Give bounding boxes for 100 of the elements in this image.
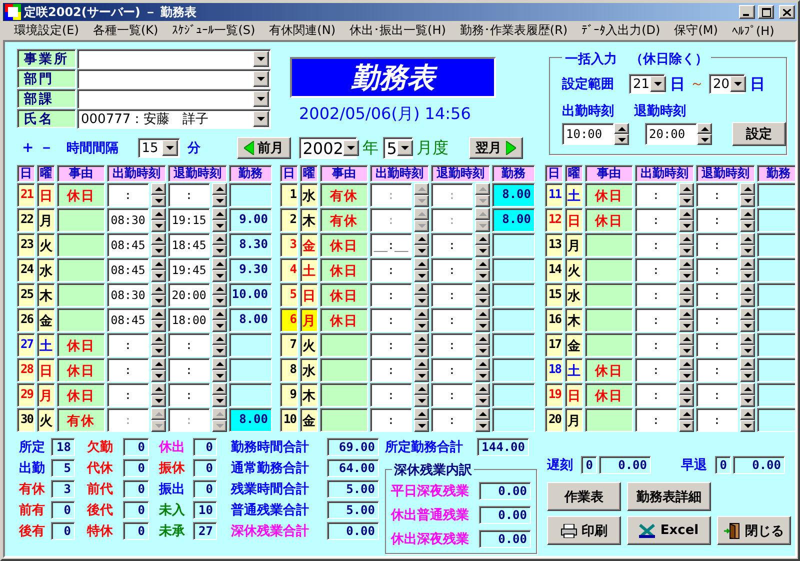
spin-down-button[interactable] bbox=[151, 395, 166, 407]
action-button[interactable]: 勤務表詳細 bbox=[627, 482, 711, 511]
dropdown-button[interactable] bbox=[253, 71, 269, 87]
spin-down-button[interactable] bbox=[151, 195, 166, 207]
day-cell[interactable]: 28 bbox=[17, 358, 35, 382]
next-month-button[interactable]: 翌月 bbox=[468, 137, 523, 159]
time-field[interactable]: : bbox=[635, 383, 677, 407]
menu-item[interactable]: ﾍﾙﾌﾟ(H) bbox=[724, 22, 782, 38]
spin-down-button[interactable] bbox=[740, 245, 755, 257]
time-field[interactable]: 10:00 bbox=[562, 123, 614, 145]
time-field[interactable]: : bbox=[431, 383, 473, 407]
spin-down-button[interactable] bbox=[212, 420, 227, 432]
time-field[interactable]: : bbox=[107, 358, 149, 382]
time-field[interactable]: : bbox=[107, 383, 149, 407]
spin-up-button[interactable] bbox=[151, 233, 166, 245]
time-field[interactable]: : bbox=[168, 358, 210, 382]
time-field[interactable]: : bbox=[370, 333, 412, 357]
spin-down-button[interactable] bbox=[151, 320, 166, 332]
spin-down-button[interactable] bbox=[414, 270, 429, 282]
spin-down-button[interactable] bbox=[212, 395, 227, 407]
menu-item[interactable]: 保守(M) bbox=[667, 21, 725, 40]
spin-up-button[interactable] bbox=[679, 408, 694, 420]
spin-down-button[interactable] bbox=[740, 420, 755, 432]
spin-down-button[interactable] bbox=[151, 420, 166, 432]
day-cell[interactable]: 9 bbox=[280, 383, 298, 407]
spin-up-button[interactable] bbox=[475, 233, 490, 245]
spin-down-button[interactable] bbox=[740, 320, 755, 332]
spin-up-button[interactable] bbox=[679, 358, 694, 370]
time-field[interactable]: 20:00 bbox=[645, 123, 697, 145]
spin-up-button[interactable] bbox=[740, 333, 755, 345]
spin-up-button[interactable] bbox=[475, 208, 490, 220]
time-field[interactable]: : bbox=[370, 308, 412, 332]
day-cell[interactable]: 29 bbox=[17, 383, 35, 407]
previous-month-button[interactable]: 前月 bbox=[236, 137, 291, 159]
menu-item[interactable]: 環境設定(E) bbox=[7, 21, 86, 40]
spin-down-button[interactable] bbox=[414, 220, 429, 232]
spin-down-button[interactable] bbox=[212, 245, 227, 257]
spin-up-button[interactable] bbox=[475, 183, 490, 195]
day-cell[interactable]: 26 bbox=[17, 308, 35, 332]
spin-down-button[interactable] bbox=[414, 295, 429, 307]
dropdown-field[interactable]: 000777：安藤 詳子 bbox=[77, 109, 271, 129]
day-cell[interactable]: 23 bbox=[17, 233, 35, 257]
spin-up-button[interactable] bbox=[475, 358, 490, 370]
spin-up-button[interactable] bbox=[151, 258, 166, 270]
spin-up-button[interactable] bbox=[151, 408, 166, 420]
spin-down-button[interactable] bbox=[475, 295, 490, 307]
day-cell[interactable]: 17 bbox=[545, 333, 563, 357]
spin-up-button[interactable] bbox=[679, 333, 694, 345]
spin-up-button[interactable] bbox=[679, 258, 694, 270]
spin-up-button[interactable] bbox=[740, 183, 755, 195]
dropdown-button[interactable] bbox=[253, 111, 269, 127]
time-field[interactable]: : bbox=[696, 408, 738, 432]
spin-up-button[interactable] bbox=[740, 383, 755, 395]
time-field[interactable]: : bbox=[696, 258, 738, 282]
time-field[interactable]: : bbox=[431, 408, 473, 432]
spin-down-button[interactable] bbox=[475, 420, 490, 432]
time-field[interactable]: : bbox=[696, 358, 738, 382]
spin-up-button[interactable] bbox=[697, 123, 712, 134]
menu-item[interactable]: ｽｹｼﾞｭｰﾙ一覧(S) bbox=[165, 21, 262, 40]
spin-down-button[interactable] bbox=[414, 345, 429, 357]
spin-down-button[interactable] bbox=[414, 370, 429, 382]
spin-up-button[interactable] bbox=[212, 183, 227, 195]
time-field[interactable]: : bbox=[635, 208, 677, 232]
spin-up-button[interactable] bbox=[475, 408, 490, 420]
month-dropdown[interactable]: 5 bbox=[382, 137, 413, 159]
spin-up-button[interactable] bbox=[679, 208, 694, 220]
time-field[interactable]: : bbox=[107, 183, 149, 207]
spin-down-button[interactable] bbox=[475, 345, 490, 357]
spin-down-button[interactable] bbox=[151, 220, 166, 232]
spin-up-button[interactable] bbox=[151, 358, 166, 370]
spin-down-button[interactable] bbox=[151, 270, 166, 282]
spin-down-button[interactable] bbox=[679, 345, 694, 357]
spin-down-button[interactable] bbox=[475, 220, 490, 232]
day-cell[interactable]: 16 bbox=[545, 308, 563, 332]
spin-up-button[interactable] bbox=[679, 308, 694, 320]
spin-down-button[interactable] bbox=[414, 420, 429, 432]
time-field[interactable]: 18:00 bbox=[168, 308, 210, 332]
dropdown-button[interactable] bbox=[162, 140, 178, 156]
spin-down-button[interactable] bbox=[151, 295, 166, 307]
spin-down-button[interactable] bbox=[679, 270, 694, 282]
spin-up-button[interactable] bbox=[614, 123, 629, 134]
spin-down-button[interactable] bbox=[614, 134, 629, 145]
time-field[interactable]: : bbox=[431, 308, 473, 332]
spin-up-button[interactable] bbox=[740, 208, 755, 220]
spin-down-button[interactable] bbox=[740, 270, 755, 282]
spin-up-button[interactable] bbox=[740, 283, 755, 295]
spin-up-button[interactable] bbox=[151, 308, 166, 320]
spin-up-button[interactable] bbox=[414, 283, 429, 295]
spin-down-button[interactable] bbox=[475, 320, 490, 332]
time-field[interactable]: : bbox=[635, 183, 677, 207]
spin-down-button[interactable] bbox=[151, 345, 166, 357]
spin-down-button[interactable] bbox=[475, 370, 490, 382]
time-field[interactable]: : bbox=[696, 233, 738, 257]
day-cell[interactable]: 24 bbox=[17, 258, 35, 282]
to-day-dropdown[interactable]: 20 bbox=[709, 74, 745, 94]
day-cell[interactable]: 27 bbox=[17, 333, 35, 357]
spin-up-button[interactable] bbox=[151, 383, 166, 395]
dropdown-button[interactable] bbox=[253, 51, 269, 67]
spin-up-button[interactable] bbox=[414, 233, 429, 245]
time-field[interactable]: : bbox=[635, 308, 677, 332]
